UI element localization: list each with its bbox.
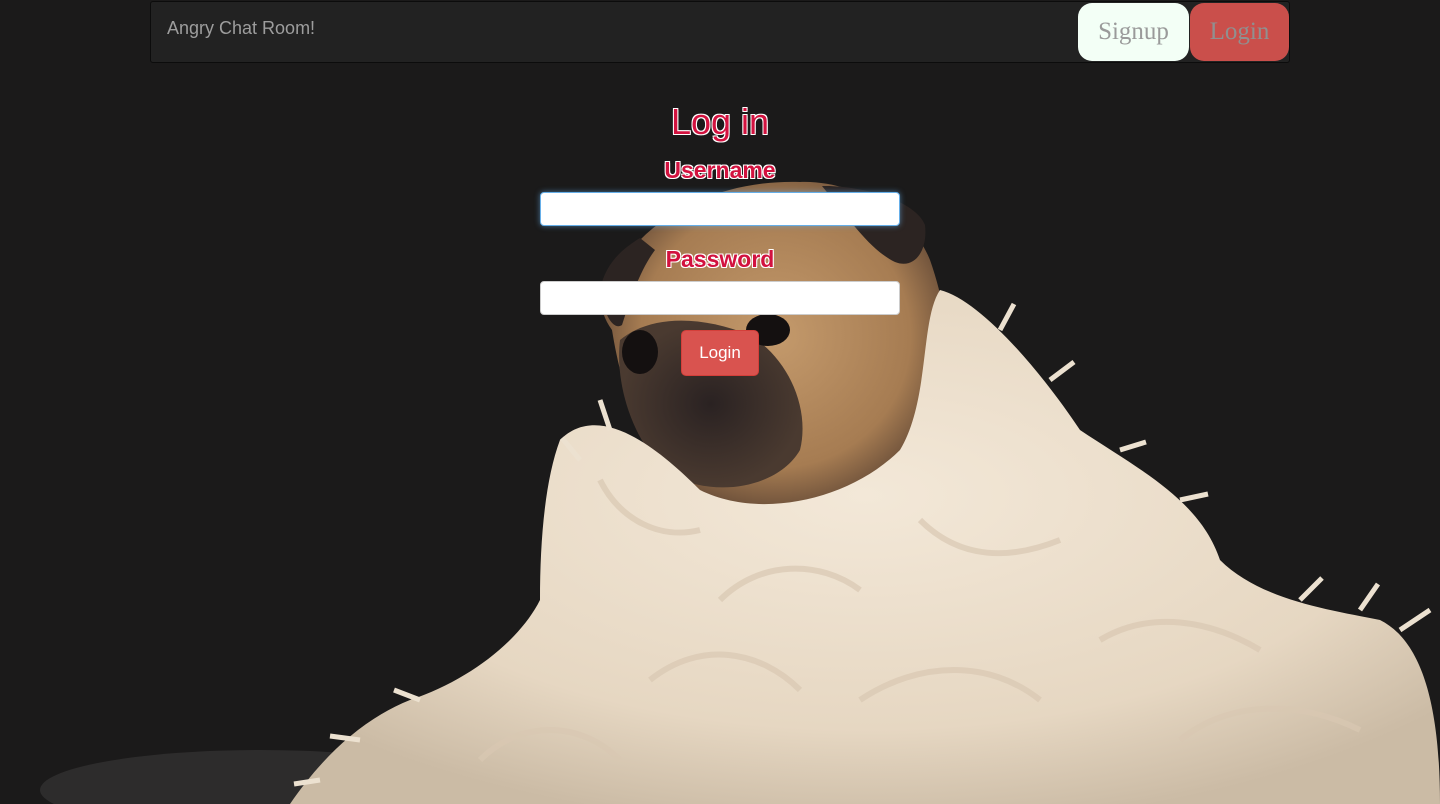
- password-label: Password: [665, 246, 775, 272]
- navbar: Angry Chat Room! Signup Login: [150, 1, 1290, 63]
- password-input[interactable]: [540, 281, 900, 315]
- brand-title[interactable]: Angry Chat Room!: [167, 18, 315, 38]
- signup-button[interactable]: Signup: [1078, 3, 1189, 61]
- username-label: Username: [664, 157, 776, 183]
- username-input[interactable]: [540, 192, 900, 226]
- login-nav-button[interactable]: Login: [1190, 3, 1289, 61]
- login-submit-button[interactable]: Login: [681, 330, 759, 376]
- page-title: Log in: [670, 101, 770, 142]
